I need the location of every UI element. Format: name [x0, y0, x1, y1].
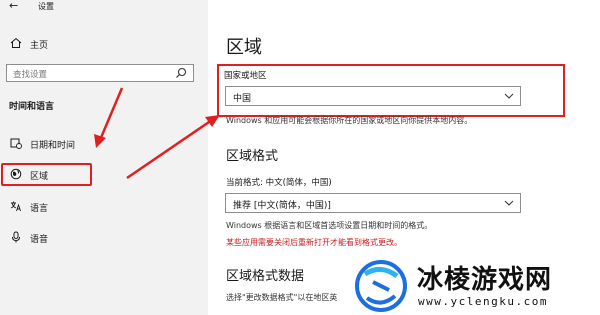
calendar-clock-icon — [10, 138, 22, 149]
watermark-logo — [355, 260, 407, 312]
country-note: Windows 和应用可能会根据你所在的国家或地区向你提供本地内容。 — [226, 116, 473, 125]
country-label: 国家或地区 — [224, 71, 267, 81]
search-icon[interactable] — [175, 67, 187, 79]
watermark-name: 冰棱游戏网 — [417, 265, 553, 295]
search-input[interactable]: 查找设置 — [6, 64, 194, 82]
sidebar: ← 设置 主页 查找设置 时间和语言 日期和时间 区域 语言 语音 — [0, 0, 208, 315]
sidebar-item-language[interactable]: 语言 — [6, 199, 196, 217]
home-icon — [10, 37, 22, 48]
sidebar-item-label: 语言 — [30, 204, 49, 214]
title-bar: ← 设置 — [0, 0, 208, 14]
section-title: 时间和语言 — [9, 102, 55, 112]
watermark-url: www.yclengku.com — [418, 295, 548, 308]
search-placeholder: 查找设置 — [13, 70, 48, 80]
chevron-down-icon — [504, 93, 514, 99]
sidebar-item-label: 日期和时间 — [30, 141, 76, 151]
sidebar-item-home[interactable]: 主页 — [6, 36, 196, 54]
country-select[interactable]: 中国 — [225, 86, 521, 106]
language-icon — [10, 201, 21, 212]
chevron-down-icon — [504, 200, 514, 206]
format-warning: 某些应用需要关闭后重新打开才能看到格式更改。 — [226, 238, 402, 247]
app-title: 设置 — [38, 2, 54, 11]
sidebar-item-speech[interactable]: 语音 — [6, 230, 196, 248]
data-heading: 区域格式数据 — [226, 269, 305, 284]
back-arrow-icon[interactable]: ← — [9, 0, 18, 12]
current-format-label: 当前格式: 中文(简体，中国) — [226, 178, 332, 188]
sidebar-item-date-time[interactable]: 日期和时间 — [6, 136, 196, 154]
data-note: 选择"更改数据格式"以在地区英 — [226, 293, 338, 302]
microphone-icon — [12, 231, 20, 243]
page-title: 区域 — [226, 37, 262, 58]
sidebar-item-label: 主页 — [30, 41, 49, 51]
format-select-value: 推荐 [中文(简体，中国)] — [233, 201, 331, 211]
format-note: Windows 根据语言和区域首选项设置日期和时间的格式。 — [226, 221, 433, 230]
format-heading: 区域格式 — [226, 149, 279, 164]
format-select[interactable]: 推荐 [中文(简体，中国)] — [225, 193, 521, 213]
region-highlight-box — [1, 163, 92, 186]
country-select-value: 中国 — [233, 94, 252, 104]
sidebar-item-label: 语音 — [30, 235, 49, 245]
